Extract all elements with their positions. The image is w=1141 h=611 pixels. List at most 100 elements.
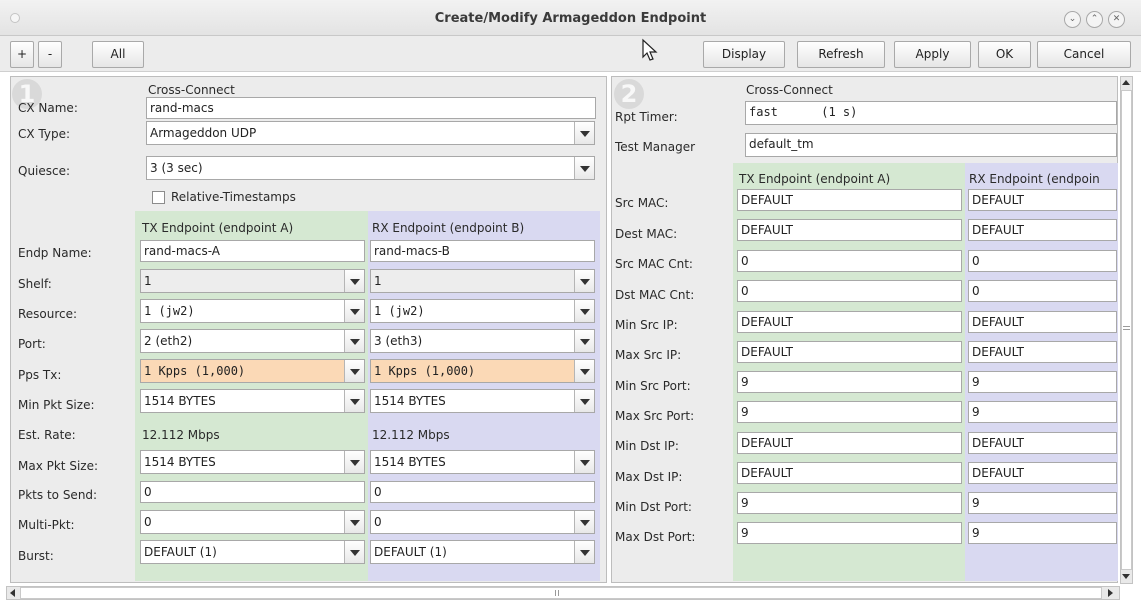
refresh-button[interactable]: Refresh — [797, 41, 885, 68]
all-button[interactable]: All — [92, 41, 144, 68]
rx-endp-name-input[interactable]: rand-macs-B — [370, 240, 595, 262]
cx-name-input[interactable]: rand-macs — [146, 97, 596, 119]
rx-max-src-port-input[interactable]: 9 — [968, 401, 1117, 423]
chevron-down-icon[interactable] — [344, 541, 364, 563]
thumb-grip-icon — [1123, 326, 1130, 327]
rx-dest-mac-input[interactable]: DEFAULT — [968, 219, 1117, 241]
tx-src-mac-cnt-input[interactable]: 0 — [737, 250, 962, 272]
cancel-button[interactable]: Cancel — [1037, 41, 1131, 68]
minimize-icon[interactable]: ⌄ — [1064, 11, 1081, 28]
chevron-down-icon[interactable] — [574, 300, 594, 322]
min-pkt-size-label: Min Pkt Size: — [18, 398, 95, 412]
chevron-down-icon[interactable] — [344, 360, 364, 382]
rx-min-pkt-value: 1514 BYTES — [374, 394, 446, 408]
tx-min-dst-ip-input[interactable]: DEFAULT — [737, 432, 962, 454]
tx-port-value: 2 (eth2) — [144, 334, 193, 348]
tx-max-dst-ip-input[interactable]: DEFAULT — [737, 462, 962, 484]
chevron-down-icon[interactable] — [344, 511, 364, 533]
tx-dest-mac-input[interactable]: DEFAULT — [737, 219, 962, 241]
chevron-down-icon[interactable] — [574, 157, 594, 179]
tx-min-pkt-select[interactable]: 1514 BYTES — [140, 389, 365, 413]
rx-multi-pkt-select[interactable]: 0 — [370, 510, 595, 534]
rx-shelf-select[interactable]: 1 — [370, 269, 595, 293]
chevron-down-icon[interactable] — [574, 122, 594, 144]
close-icon[interactable]: ✕ — [1108, 11, 1125, 28]
rx-resource-select[interactable]: 1 (jw2) — [370, 299, 595, 323]
chevron-down-icon[interactable] — [574, 270, 594, 292]
chevron-down-icon[interactable] — [574, 451, 594, 473]
src-mac-label: Src MAC: — [615, 196, 669, 210]
quiesce-select[interactable]: 3 (3 sec) — [146, 156, 595, 180]
rx-min-dst-port-input[interactable]: 9 — [968, 492, 1117, 514]
rx-max-dst-port-input[interactable]: 9 — [968, 522, 1117, 544]
rpt-timer-input[interactable]: fast (1 s) — [745, 101, 1117, 125]
rx-pps-value: 1 Kpps (1,000) — [374, 364, 476, 378]
display-button[interactable]: Display — [703, 41, 785, 68]
tx-pkts-to-send-input[interactable]: 0 — [140, 481, 365, 503]
chevron-down-icon[interactable] — [344, 270, 364, 292]
apply-button[interactable]: Apply — [894, 41, 971, 68]
test-manager-input[interactable]: default_tm — [745, 133, 1117, 157]
tx-burst-select[interactable]: DEFAULT (1) — [140, 540, 365, 564]
chevron-down-icon[interactable] — [344, 390, 364, 412]
tx-min-src-ip-input[interactable]: DEFAULT — [737, 311, 962, 333]
tx-endp-name-input[interactable]: rand-macs-A — [140, 240, 365, 262]
tx-multi-pkt-select[interactable]: 0 — [140, 510, 365, 534]
chevron-down-icon[interactable] — [574, 511, 594, 533]
rpt-timer-label: Rpt Timer: — [615, 110, 678, 124]
relative-timestamps-checkbox[interactable] — [152, 191, 165, 204]
rx-src-mac-input[interactable]: DEFAULT — [968, 189, 1117, 211]
tx-dst-mac-cnt-input[interactable]: 0 — [737, 280, 962, 302]
rx-port-select[interactable]: 3 (eth3) — [370, 329, 595, 353]
chevron-down-icon[interactable] — [574, 541, 594, 563]
tx-max-src-port-input[interactable]: 9 — [737, 401, 962, 423]
thumb-grip-icon — [555, 590, 556, 596]
tx-min-src-port-input[interactable]: 9 — [737, 371, 962, 393]
add-button[interactable]: + — [10, 41, 34, 68]
rx-pkts-to-send-input[interactable]: 0 — [370, 481, 595, 503]
vertical-scroll-thumb[interactable] — [1121, 90, 1132, 570]
tx-max-dst-port-input[interactable]: 9 — [737, 522, 962, 544]
cross-connect-header: Cross-Connect — [746, 83, 833, 97]
tx-min-pkt-value: 1514 BYTES — [144, 394, 216, 408]
rx-min-src-ip-input[interactable]: DEFAULT — [968, 311, 1117, 333]
rx-max-src-ip-input[interactable]: DEFAULT — [968, 341, 1117, 363]
chevron-down-icon[interactable] — [574, 390, 594, 412]
tx-min-dst-port-input[interactable]: 9 — [737, 492, 962, 514]
tx-src-mac-input[interactable]: DEFAULT — [737, 189, 962, 211]
rx-pps-select[interactable]: 1 Kpps (1,000) — [370, 359, 595, 383]
min-dst-port-label: Min Dst Port: — [615, 500, 692, 514]
tx-endpoint-header: TX Endpoint (endpoint A) — [739, 172, 891, 186]
tx-max-pkt-select[interactable]: 1514 BYTES — [140, 450, 365, 474]
rx-max-dst-ip-input[interactable]: DEFAULT — [968, 462, 1117, 484]
rx-min-src-port-input[interactable]: 9 — [968, 371, 1117, 393]
rx-min-pkt-select[interactable]: 1514 BYTES — [370, 389, 595, 413]
rx-src-mac-cnt-input[interactable]: 0 — [968, 250, 1117, 272]
chevron-down-icon[interactable] — [344, 300, 364, 322]
ok-button[interactable]: OK — [978, 41, 1031, 68]
rx-max-pkt-select[interactable]: 1514 BYTES — [370, 450, 595, 474]
scroll-right-icon[interactable] — [1108, 589, 1113, 597]
horizontal-scroll-thumb[interactable] — [20, 587, 1102, 599]
scroll-up-icon[interactable] — [1122, 80, 1130, 85]
scroll-down-icon[interactable] — [1122, 574, 1130, 579]
scroll-left-icon[interactable] — [10, 589, 15, 597]
tx-max-src-ip-input[interactable]: DEFAULT — [737, 341, 962, 363]
tx-port-select[interactable]: 2 (eth2) — [140, 329, 365, 353]
tx-shelf-select[interactable]: 1 — [140, 269, 365, 293]
rx-resource-value: 1 (jw2) — [374, 304, 425, 318]
chevron-down-icon[interactable] — [344, 451, 364, 473]
chevron-down-icon[interactable] — [574, 360, 594, 382]
chevron-down-icon[interactable] — [574, 330, 594, 352]
rx-burst-select[interactable]: DEFAULT (1) — [370, 540, 595, 564]
tx-resource-select[interactable]: 1 (jw2) — [140, 299, 365, 323]
multi-pkt-label: Multi-Pkt: — [18, 518, 75, 532]
tx-pps-value: 1 Kpps (1,000) — [144, 364, 246, 378]
tx-pps-select[interactable]: 1 Kpps (1,000) — [140, 359, 365, 383]
remove-button[interactable]: - — [38, 41, 62, 68]
chevron-down-icon[interactable] — [344, 330, 364, 352]
rx-dst-mac-cnt-input[interactable]: 0 — [968, 280, 1117, 302]
maximize-icon[interactable]: ⌃ — [1086, 11, 1103, 28]
cx-type-select[interactable]: Armageddon UDP — [146, 121, 595, 145]
rx-min-dst-ip-input[interactable]: DEFAULT — [968, 432, 1117, 454]
